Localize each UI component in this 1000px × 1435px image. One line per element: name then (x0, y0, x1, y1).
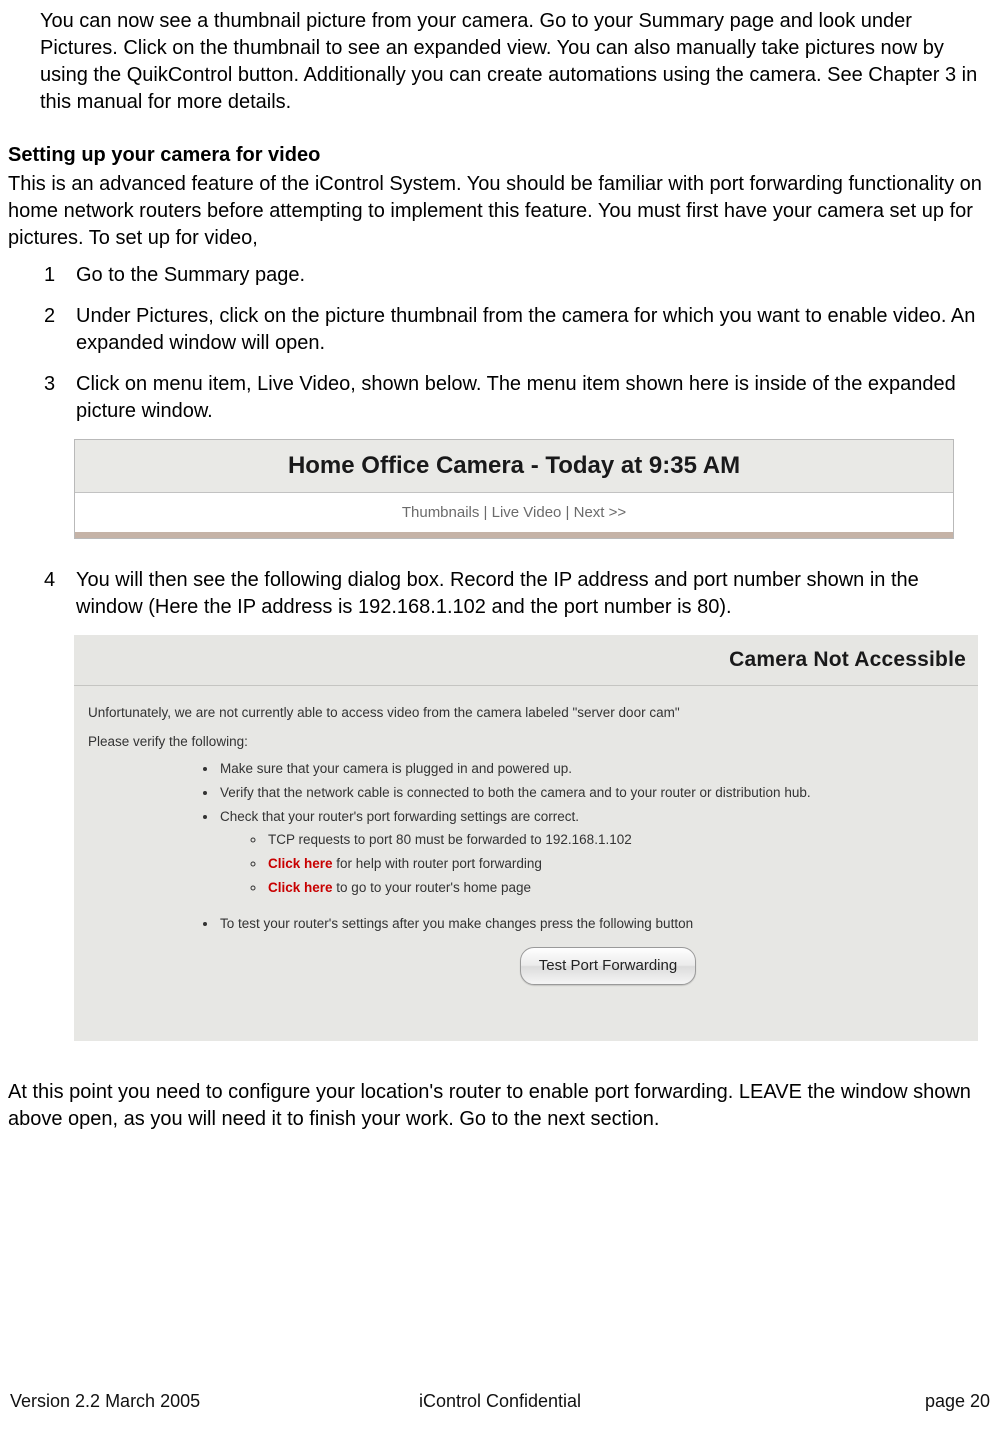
step-number: 2 (44, 303, 76, 357)
step-1: 1 Go to the Summary page. (8, 262, 992, 289)
closing-paragraph: At this point you need to configure your… (8, 1079, 992, 1133)
camera-header-figure: Home Office Camera - Today at 9:35 AM Th… (74, 439, 954, 539)
bullet-text: Check that your router's port forwarding… (220, 809, 579, 824)
step-text: Go to the Summary page. (76, 262, 992, 289)
step-number: 1 (44, 262, 76, 289)
sub-bullet-help-link[interactable]: Click here for help with router port for… (266, 853, 964, 876)
test-port-forwarding-button[interactable]: Test Port Forwarding (520, 947, 696, 985)
footer-confidential: iControl Confidential (337, 1389, 664, 1413)
page-footer: Version 2.2 March 2005 iControl Confiden… (0, 1389, 1000, 1413)
step-number: 4 (44, 567, 76, 621)
camera-not-accessible-dialog: Camera Not Accessible Unfortunately, we … (74, 635, 978, 1041)
section-intro: This is an advanced feature of the iCont… (8, 171, 992, 252)
bullet-port-forwarding: Check that your router's port forwarding… (218, 806, 964, 900)
dialog-title: Camera Not Accessible (74, 635, 978, 686)
click-here-link[interactable]: Click here (268, 880, 333, 895)
sub-bullet-tcp: TCP requests to port 80 must be forwarde… (266, 829, 964, 852)
sub-bullet-router-link[interactable]: Click here to go to your router's home p… (266, 877, 964, 900)
step-text: Click on menu item, Live Video, shown be… (76, 371, 992, 425)
link-rest: for help with router port forwarding (333, 856, 542, 871)
footer-version: Version 2.2 March 2005 (10, 1389, 337, 1413)
dialog-line1: Unfortunately, we are not currently able… (88, 702, 964, 725)
step-text: Under Pictures, click on the picture thu… (76, 303, 992, 357)
dialog-verify: Please verify the following: (88, 731, 964, 754)
step-3: 3 Click on menu item, Live Video, shown … (8, 371, 992, 425)
step-4: 4 You will then see the following dialog… (8, 567, 992, 621)
bullet-plugged-in: Make sure that your camera is plugged in… (218, 758, 964, 781)
step-number: 3 (44, 371, 76, 425)
step-2: 2 Under Pictures, click on the picture t… (8, 303, 992, 357)
footer-page: page 20 (663, 1389, 990, 1413)
bullet-network-cable: Verify that the network cable is connect… (218, 782, 964, 805)
section-heading: Setting up your camera for video (8, 142, 992, 169)
bullet-test-router: To test your router's settings after you… (218, 913, 964, 936)
click-here-link[interactable]: Click here (268, 856, 333, 871)
intro-paragraph: You can now see a thumbnail picture from… (8, 8, 992, 116)
camera-title: Home Office Camera - Today at 9:35 AM (75, 440, 953, 493)
link-rest: to go to your router's home page (333, 880, 531, 895)
step-text: You will then see the following dialog b… (76, 567, 992, 621)
camera-subnav: Thumbnails | Live Video | Next >> (75, 493, 953, 537)
